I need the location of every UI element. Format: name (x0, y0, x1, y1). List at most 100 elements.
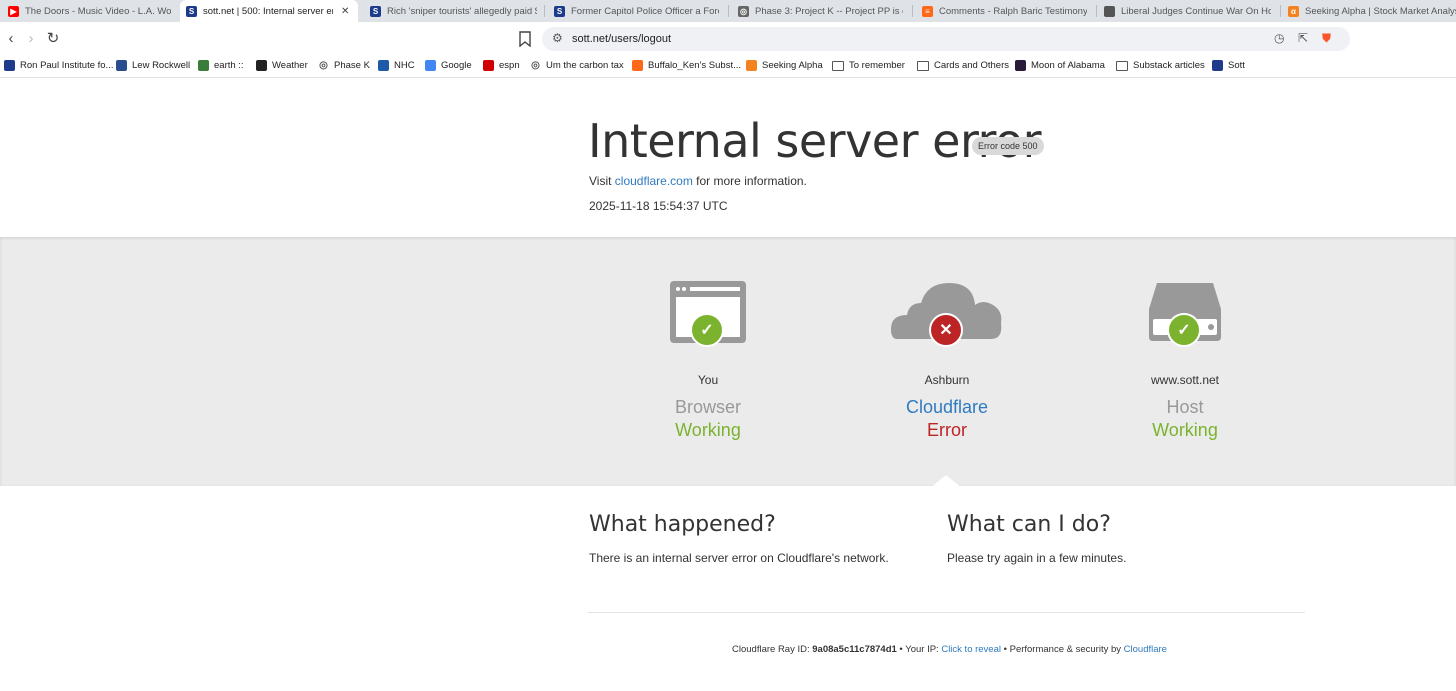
share-icon[interactable]: ⇱ (1298, 31, 1308, 45)
tab-sott-error[interactable]: S sott.net | 500: Internal server err ✕ (180, 0, 358, 22)
bookmark-label: Substack articles (1133, 60, 1205, 71)
error-timestamp: 2025-11-18 15:54:37 UTC (589, 199, 728, 213)
tab-seeking-alpha[interactable]: α Seeking Alpha | Stock Market Analys (1282, 0, 1456, 22)
tab-capitol-police[interactable]: S Former Capitol Police Officer a Forem (548, 0, 724, 22)
error-x-icon: ✕ (929, 313, 963, 347)
ray-id: 9a08a5c11c7874d1 (812, 644, 897, 655)
node-location: You (697, 373, 719, 387)
url-text[interactable]: sott.net/users/logout (572, 33, 671, 45)
sott-icon: S (370, 5, 381, 17)
bookmark-buffalo-ken-s-subst[interactable]: Buffalo_Ken's Subst... (632, 60, 741, 71)
what-happened-heading: What happened? (589, 512, 776, 537)
cloudflare-link[interactable]: cloudflare.com (615, 174, 693, 188)
footer-divider (588, 612, 1305, 613)
back-button[interactable]: ‹ (2, 30, 20, 48)
site-favicon-icon (483, 60, 494, 71)
close-tab-icon[interactable]: ✕ (341, 6, 349, 17)
bookmark-to-remember[interactable]: To remember (832, 60, 905, 71)
site-favicon-icon (1212, 60, 1223, 71)
brave-shield-icon[interactable]: ⛊ (1322, 31, 1331, 46)
bookmark-label: Phase K (334, 60, 370, 71)
site-favicon-icon (4, 60, 15, 71)
tab-ralph-baric[interactable]: ≡ Comments - Ralph Baric Testimony - (916, 0, 1092, 22)
node-location: www.sott.net (1150, 373, 1220, 387)
bookmark-label: Ron Paul Institute fo... (20, 60, 114, 71)
bookmark-earth[interactable]: earth :: (198, 60, 244, 71)
folder-icon (1116, 60, 1128, 71)
bookmark-label: Um the carbon tax (546, 60, 624, 71)
ok-check-icon: ✓ (1167, 313, 1201, 347)
bookmark-substack-articles[interactable]: Substack articles (1116, 60, 1205, 71)
bookmark-ron-paul-institute-fo[interactable]: Ron Paul Institute fo... (4, 60, 113, 71)
tab-sniper-tourists[interactable]: S Rich 'sniper tourists' allegedly paid … (364, 0, 542, 22)
visit-line: Visit cloudflare.com for more informatio… (589, 174, 807, 188)
bookmark-label: Buffalo_Ken's Subst... (648, 60, 742, 71)
bookmark-sott[interactable]: Sott (1212, 60, 1245, 71)
what-can-i-do-text: Please try again in a few minutes. (947, 551, 1127, 565)
info-section: What happened? There is an internal serv… (0, 486, 1456, 691)
bookmark-lew-rockwell[interactable]: Lew Rockwell (116, 60, 190, 71)
bookmark-espn[interactable]: espn (483, 60, 520, 71)
bookmark-icon[interactable] (519, 31, 531, 47)
bookmark-label: NHC (394, 60, 415, 71)
bookmark-moon-of-alabama[interactable]: Moon of Alabama (1015, 60, 1105, 71)
bookmark-label: Moon of Alabama (1031, 60, 1105, 71)
what-happened: What happened? There is an internal serv… (589, 512, 889, 565)
tab-phase-3[interactable]: ◎ Phase 3: Project K -- Project PP is do (732, 0, 908, 22)
sott-icon: S (554, 5, 565, 17)
bookmark-label: Seeking Alpha (762, 60, 823, 71)
site-favicon-icon (1015, 60, 1026, 71)
bookmark-phase-k[interactable]: ◎ Phase K (318, 60, 370, 71)
site-settings-icon[interactable]: ⚙ (552, 31, 563, 45)
reveal-ip-link[interactable]: Click to reveal (941, 644, 1001, 655)
bookmark-label: Google (441, 60, 472, 71)
bookmark-nhc[interactable]: NHC (378, 60, 415, 71)
tab-strip: ▶ The Doors - Music Video - L.A. Wom S s… (0, 0, 1456, 22)
ok-check-icon: ✓ (690, 313, 724, 347)
reload-button[interactable]: ↻ (44, 30, 62, 48)
forward-button[interactable]: › (22, 30, 40, 48)
bookmark-label: Sott (1228, 60, 1245, 71)
sott-icon: S (186, 5, 197, 17)
bookmark-cards-and-others[interactable]: Cards and Others (917, 60, 1009, 71)
cloudflare-footer-link[interactable]: Cloudflare (1124, 644, 1167, 655)
bookmark-um-the-carbon-tax[interactable]: ◎ Um the carbon tax (530, 60, 624, 71)
folder-icon (832, 60, 844, 71)
bookmark-weather[interactable]: Weather (256, 60, 308, 71)
substack-icon: ≡ (922, 5, 933, 17)
error-header: Internal server error Error code 500 Vis… (0, 80, 1456, 237)
bookmark-label: Weather (272, 60, 308, 71)
site-favicon-icon (198, 60, 209, 71)
node-state: Working (1152, 420, 1218, 440)
tab-liberal-judges[interactable]: Liberal Judges Continue War On Hon (1098, 0, 1278, 22)
error-page: Internal server error Error code 500 Vis… (0, 80, 1456, 691)
globe-icon: ◎ (319, 60, 328, 71)
node-state: Error (927, 420, 967, 440)
site-favicon-icon (378, 60, 389, 71)
node-role-link[interactable]: Cloudflare (857, 397, 1037, 418)
globe-icon: ◎ (738, 5, 749, 17)
address-bar[interactable]: ⚙ sott.net/users/logout ◷ ⇱ ⛊ (542, 27, 1350, 51)
site-icon (1104, 5, 1115, 17)
site-favicon-icon (425, 60, 436, 71)
bookmark-label: Cards and Others (934, 60, 1009, 71)
browser-toolbar: ‹ › ↻ ⚙ sott.net/users/logout ◷ ⇱ ⛊ (0, 22, 1456, 56)
globe-icon: ◎ (531, 60, 540, 71)
bookmarks-bar: Ron Paul Institute fo... Lew Rockwell eart… (0, 56, 1456, 78)
bookmark-google[interactable]: Google (425, 60, 472, 71)
bookmark-label: Lew Rockwell (132, 60, 191, 71)
folder-icon (917, 60, 929, 71)
what-can-i-do: What can I do? Please try again in a few… (947, 512, 1126, 565)
site-favicon-icon (116, 60, 127, 71)
error-code-badge: Error code 500 (972, 137, 1044, 155)
history-icon[interactable]: ◷ (1274, 31, 1284, 45)
tab-doors[interactable]: ▶ The Doors - Music Video - L.A. Wom (2, 0, 172, 22)
what-can-i-do-heading: What can I do? (947, 512, 1111, 537)
footer: Cloudflare Ray ID: 9a08a5c11c7874d1 • Yo… (732, 644, 1167, 655)
bookmark-seeking-alpha[interactable]: Seeking Alpha (746, 60, 823, 71)
node-location: Ashburn (924, 373, 970, 387)
site-favicon-icon (256, 60, 267, 71)
youtube-icon: ▶ (8, 5, 19, 17)
status-diagram: ✓ You Browser Working ✕ Ashburn Cloudfla… (0, 237, 1456, 486)
what-happened-text: There is an internal server error on Clo… (589, 551, 889, 565)
